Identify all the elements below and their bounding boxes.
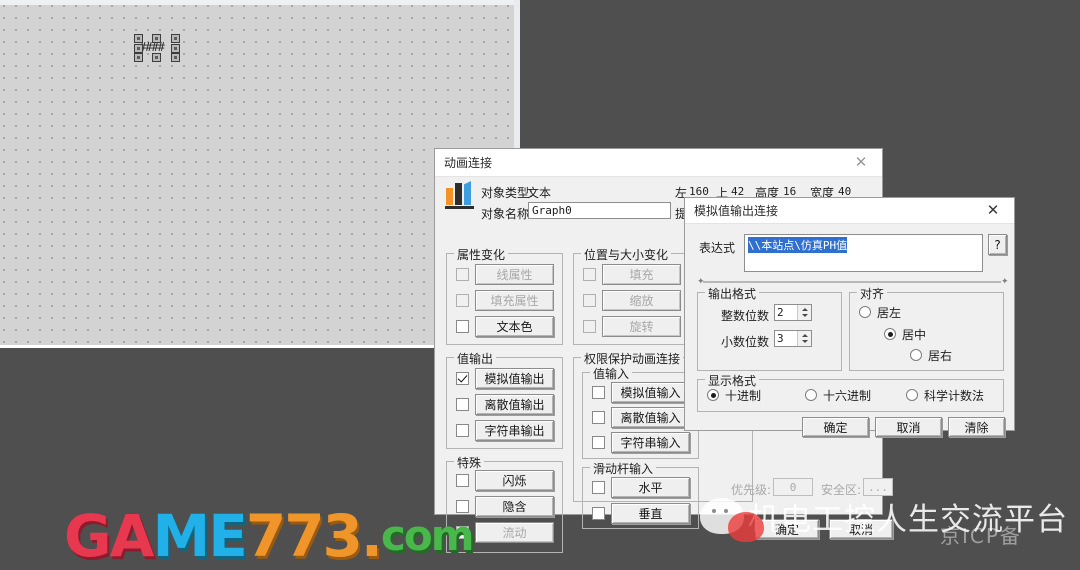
decimal-digits-value: 3 [777,332,784,345]
inner-cancel-button[interactable]: 取消 [875,417,942,437]
button-fill-attribute[interactable]: 填充属性 [475,290,554,311]
group-output-format-legend: 输出格式 [705,285,760,302]
button-discrete-input[interactable]: 离散值输入 [611,407,690,428]
animation-link-title: 动画连接 [444,156,493,170]
resize-handle-w[interactable] [134,44,143,53]
checkbox-line-attribute[interactable] [456,268,469,281]
checkbox-rotate[interactable] [583,320,596,333]
button-horizontal-slider[interactable]: 水平 [611,477,690,498]
checkbox-text-color[interactable] [456,320,469,333]
button-fill[interactable]: 填充 [602,264,681,285]
checkbox-analog-input[interactable] [592,386,605,399]
corner-watermark-text: 京ICP备 [940,524,1022,548]
radio-scientific-label: 科学计数法 [924,389,985,403]
checkbox-scale[interactable] [583,294,596,307]
checkbox-fill[interactable] [583,268,596,281]
radio-align-center[interactable] [884,328,896,340]
animation-link-titlebar[interactable]: 动画连接 ✕ [435,149,882,177]
radio-decimal[interactable] [707,389,719,401]
resize-handle-ne[interactable] [171,34,180,43]
integer-digits-spinner[interactable]: 2 [774,304,812,321]
group-attribute-change-legend: 属性变化 [454,246,509,263]
selected-text-object[interactable]: #### [134,34,180,62]
checkbox-fill-attribute[interactable] [456,294,469,307]
watermark-part-3: 773 [245,502,363,570]
integer-digits-label: 整数位数 [721,309,770,323]
button-string-input[interactable]: 字符串输入 [611,432,690,453]
resize-handle-nw[interactable] [134,34,143,43]
radio-align-right-label: 居右 [928,349,953,363]
checkbox-discrete-output[interactable] [456,398,469,411]
object-name-input[interactable]: Graph0 [528,202,671,219]
analog-output-title: 模拟值输出连接 [694,204,779,218]
button-analog-output[interactable]: 模拟值输出 [475,368,554,389]
bar-chart-icon [445,181,475,209]
resize-handle-n[interactable] [152,34,161,43]
checkbox-blink[interactable] [456,474,469,487]
canvas-top-strip [0,0,520,5]
checkbox-discrete-input[interactable] [592,411,605,424]
group-align-legend: 对齐 [857,285,888,302]
resize-handle-sw[interactable] [134,53,143,62]
group-value-input-legend: 值输入 [590,365,633,382]
checkbox-string-input[interactable] [592,436,605,449]
radio-hexadecimal[interactable] [805,389,817,401]
radio-scientific[interactable] [906,389,918,401]
resize-handle-s[interactable] [152,53,161,62]
group-align: 对齐 [849,285,1004,371]
watermark-part-5: com [380,511,475,560]
button-analog-input[interactable]: 模拟值输入 [611,382,690,403]
inner-clear-button[interactable]: 清除 [948,417,1005,437]
button-text-color[interactable]: 文本色 [475,316,554,337]
radio-hexadecimal-label: 十六进制 [823,389,872,403]
button-blink[interactable]: 闪烁 [475,470,554,491]
resize-handle-se[interactable] [171,53,180,62]
group-slider-input-legend: 滑动杆输入 [590,460,657,477]
radio-align-center-label: 居中 [902,328,927,342]
screen-root: #### 动画连接 ✕ 对象类型: 文本 对象名称: Graph0 左 160 … [0,0,1080,570]
expression-input[interactable]: \\本站点\仿真PH值 [744,234,983,272]
watermark-part-1: GA [64,502,154,570]
radio-decimal-label: 十进制 [725,389,762,403]
checkbox-horizontal-slider[interactable] [592,481,605,494]
radio-align-right[interactable] [910,349,922,361]
spinner-arrows-icon[interactable] [797,331,811,346]
resize-handle-e[interactable] [171,44,180,53]
group-position-size-change-legend: 位置与大小变化 [581,246,672,263]
close-icon[interactable]: ✕ [972,197,1014,224]
inner-ok-button[interactable]: 确定 [802,417,869,437]
close-icon[interactable]: ✕ [840,149,882,176]
expression-value: \\本站点\仿真PH值 [748,237,848,253]
analog-output-link-dialog: 模拟值输出连接 ✕ 表达式 \\本站点\仿真PH值 ? ✦ ✦ 输出格式 整数位… [684,197,1015,437]
integer-digits-value: 2 [777,306,784,319]
game-watermark: GA ME 773 . com [64,502,1074,570]
spinner-arrows-icon[interactable] [797,305,811,320]
group-value-output-legend: 值输出 [454,350,497,367]
button-discrete-output[interactable]: 离散值输出 [475,394,554,415]
sizer-line [703,281,1001,283]
expression-help-button[interactable]: ? [988,234,1007,255]
radio-align-left[interactable] [859,306,871,318]
watermark-part-4: . [360,502,383,570]
sizer-right-cap: ✦ [1001,277,1009,287]
analog-output-titlebar[interactable]: 模拟值输出连接 ✕ [685,198,1014,224]
checkbox-string-output[interactable] [456,424,469,437]
decimal-digits-label: 小数位数 [721,335,770,349]
button-string-output[interactable]: 字符串输出 [475,420,554,441]
expression-label: 表达式 [699,241,736,255]
group-special-legend: 特殊 [454,454,485,471]
analog-output-body: 表达式 \\本站点\仿真PH值 ? ✦ ✦ 输出格式 整数位数 2 小数位数 3 [685,224,1014,437]
object-type-label: 对象类型: [481,186,534,200]
group-output-format: 输出格式 [697,285,842,371]
radio-align-left-label: 居左 [877,306,902,320]
watermark-part-2: ME [152,502,248,570]
button-rotate[interactable]: 旋转 [602,316,681,337]
object-type-value: 文本 [527,186,552,200]
button-line-attribute[interactable]: 线属性 [475,264,554,285]
decimal-digits-spinner[interactable]: 3 [774,330,812,347]
checkbox-analog-output[interactable] [456,372,469,385]
button-scale[interactable]: 缩放 [602,290,681,311]
object-name-label: 对象名称: [481,207,534,221]
